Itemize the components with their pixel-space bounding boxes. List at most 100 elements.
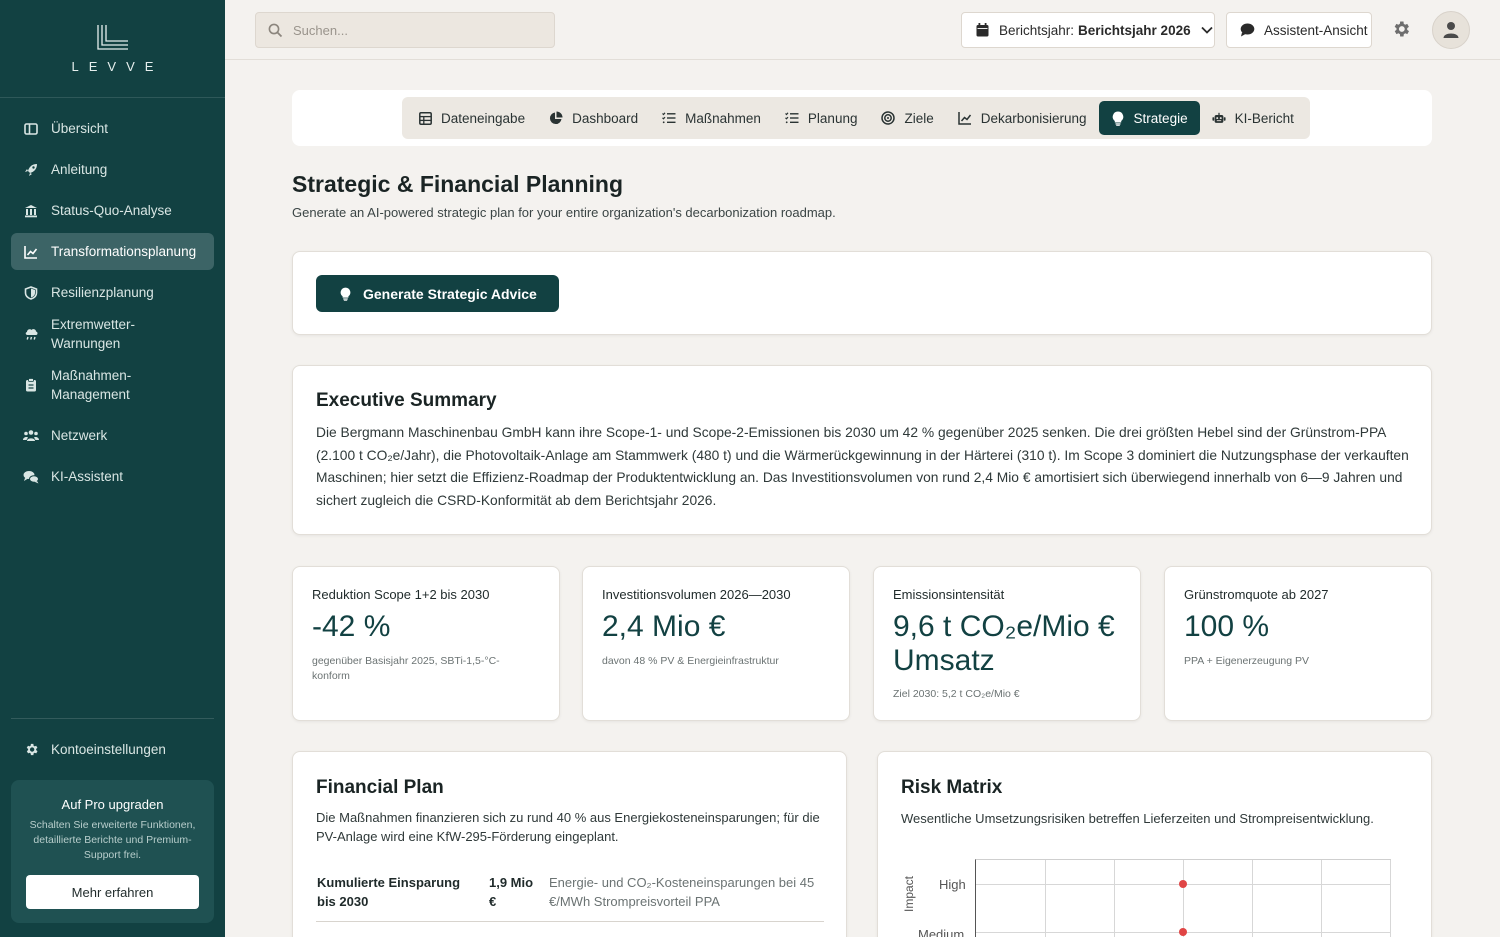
sidebar-item-label: Netzwerk xyxy=(51,428,108,443)
kpi-value: 9,6 t CO₂e/Mio € Umsatz xyxy=(893,610,1115,677)
upgrade-description: Schalten Sie erweiterte Funktionen, deta… xyxy=(29,819,196,861)
kpi-label: Reduktion Scope 1+2 bis 2030 xyxy=(312,587,490,602)
account-settings-label: Kontoeinstellungen xyxy=(51,742,166,757)
list-check-icon xyxy=(784,111,799,125)
robot-icon xyxy=(1212,111,1226,125)
kpi-card: Grünstromquote ab 2027 100 % PPA + Eigen… xyxy=(1164,566,1432,721)
list-check-icon xyxy=(662,111,676,125)
executive-summary-title: Executive Summary xyxy=(316,390,497,411)
sidebar-item-uebersicht[interactable]: Übersicht xyxy=(11,110,214,147)
kpi-value: -42 % xyxy=(312,610,391,643)
tab-bar-card: Dateneingabe Dashboard Maßnahmen Planung… xyxy=(292,90,1432,146)
tab-bar: Dateneingabe Dashboard Maßnahmen Planung… xyxy=(402,97,1310,139)
chart-line-icon xyxy=(23,244,39,260)
kpi-value: 100 % xyxy=(1184,610,1270,643)
risk-matrix-grid xyxy=(975,859,1391,937)
tab-dekarbonisierung[interactable]: Dekarbonisierung xyxy=(946,101,1099,135)
tab-ziele[interactable]: Ziele xyxy=(869,101,945,135)
search-box[interactable] xyxy=(255,12,555,48)
sidebar-item-ki-assistent[interactable]: KI-Assistent xyxy=(11,458,214,495)
lightbulb-icon xyxy=(340,287,351,301)
lightbulb-icon xyxy=(1111,111,1125,126)
kpi-value: 2,4 Mio € xyxy=(602,610,726,643)
kpi-label: Grünstromquote ab 2027 xyxy=(1184,587,1329,602)
shield-icon xyxy=(23,285,39,301)
risk-matrix-card: Risk Matrix Wesentliche Umsetzungsrisike… xyxy=(877,751,1432,937)
gear-icon xyxy=(23,742,39,758)
search-input[interactable] xyxy=(293,22,533,38)
y-axis-label: Impact xyxy=(902,875,916,912)
grid-line xyxy=(1045,860,1046,937)
kpi-label: Investitionsvolumen 2026—2030 xyxy=(602,587,791,602)
kpi-note: gegenüber Basisjahr 2025, SBTi-1,5-°C-ko… xyxy=(312,655,500,682)
sidebar-item-resilienzplanung[interactable]: Resilienzplanung xyxy=(11,274,214,311)
tab-label: Dashboard xyxy=(572,110,639,126)
sidebar-item-netzwerk[interactable]: Netzwerk xyxy=(11,417,214,454)
grid-line xyxy=(1114,860,1115,937)
sidebar-divider xyxy=(11,718,214,719)
grid-line xyxy=(1321,860,1322,937)
financial-plan-text: Die Maßnahmen finanzieren sich zu rund 4… xyxy=(316,810,820,844)
risk-matrix-title: Risk Matrix xyxy=(901,777,1003,798)
tab-label: KI-Bericht xyxy=(1234,110,1294,126)
tab-dateneingabe[interactable]: Dateneingabe xyxy=(406,101,537,135)
top-bar: Berichtsjahr: Berichtsjahr 2026 Assisten… xyxy=(225,0,1500,60)
sidebar-item-label: KI-Assistent xyxy=(51,469,124,484)
tab-strategie[interactable]: Strategie xyxy=(1098,101,1200,135)
grid-line xyxy=(1390,860,1391,937)
rocket-icon xyxy=(23,162,39,178)
chat-icon xyxy=(23,469,39,485)
kpi-note: PPA + Eigenerzeugung PV xyxy=(1184,655,1310,667)
sidebar-item-label: Anleitung xyxy=(51,162,108,177)
tab-label: Dekarbonisierung xyxy=(980,110,1087,126)
tab-ki-bericht[interactable]: KI-Bericht xyxy=(1200,101,1306,135)
user-avatar[interactable] xyxy=(1432,11,1470,49)
financial-row-label: Kumulierte Einsparung bis 2030 xyxy=(317,875,461,909)
page-subtitle: Generate an AI-powered strategic plan fo… xyxy=(292,205,836,220)
generate-strategic-advice-button[interactable]: Generate Strategic Advice xyxy=(316,275,559,312)
tab-label: Strategie xyxy=(1133,110,1188,126)
settings-button[interactable] xyxy=(1391,19,1413,41)
layout-icon xyxy=(23,121,39,137)
financial-plan-title: Financial Plan xyxy=(316,777,444,798)
kpi-note: Ziel 2030: 5,2 t CO₂e/Mio € xyxy=(893,688,1020,700)
sidebar: LEVVE Übersicht Anleitung Status-Quo-Ana… xyxy=(0,0,225,937)
target-icon xyxy=(881,111,896,125)
table-icon xyxy=(418,111,432,125)
financial-row-value: 1,9 Mio € xyxy=(489,875,534,909)
risk-point[interactable] xyxy=(1179,928,1187,936)
sidebar-item-anleitung[interactable]: Anleitung xyxy=(11,151,214,188)
sidebar-item-label: Maßnahmen-Management xyxy=(51,368,132,402)
sidebar-item-label: Transformationsplanung xyxy=(51,244,197,259)
sidebar-item-massnahmen-management[interactable]: Maßnahmen-Management xyxy=(11,357,214,413)
reporting-year-select[interactable]: Berichtsjahr: Berichtsjahr 2026 xyxy=(961,12,1215,48)
learn-more-button[interactable]: Mehr erfahren xyxy=(26,875,199,909)
calendar-icon xyxy=(976,23,989,37)
executive-summary-text: Die Bergmann Maschinenbau GmbH kann ihre… xyxy=(316,425,1409,508)
tab-dashboard[interactable]: Dashboard xyxy=(537,101,650,135)
page-title: Strategic & Financial Planning xyxy=(292,171,624,197)
account-settings-link[interactable]: Kontoeinstellungen xyxy=(11,731,214,768)
risk-point[interactable] xyxy=(1179,880,1187,888)
chart-line-icon xyxy=(957,111,972,125)
gear-icon xyxy=(1394,21,1409,37)
chat-bubble-icon xyxy=(1240,23,1255,37)
y-tick-label: High xyxy=(939,877,966,892)
financial-row-description: Energie- und CO₂-Kosteneinsparungen bei … xyxy=(549,875,815,909)
sidebar-item-transformationsplanung[interactable]: Transformationsplanung xyxy=(11,233,214,270)
generate-button-label: Generate Strategic Advice xyxy=(363,285,537,302)
sidebar-item-label: Status-Quo-Analyse xyxy=(51,203,172,218)
tab-massnahmen[interactable]: Maßnahmen xyxy=(650,101,773,135)
users-icon xyxy=(23,428,39,444)
sidebar-item-status-quo[interactable]: Status-Quo-Analyse xyxy=(11,192,214,229)
generate-card: Generate Strategic Advice xyxy=(292,251,1432,335)
sidebar-item-extremwetter[interactable]: Extremwetter-Warnungen xyxy=(11,315,214,353)
grid-line xyxy=(1183,860,1184,937)
search-icon xyxy=(268,23,283,37)
financial-plan-card: Financial Plan Die Maßnahmen finanzieren… xyxy=(292,751,847,937)
upgrade-title: Auf Pro upgraden xyxy=(61,797,164,812)
reporting-year-value: Berichtsjahr 2026 xyxy=(1078,22,1191,38)
tab-planung[interactable]: Planung xyxy=(773,101,870,135)
brand-logo[interactable]: LEVVE xyxy=(0,0,225,98)
assistant-view-button[interactable]: Assistent-Ansicht xyxy=(1226,12,1372,48)
